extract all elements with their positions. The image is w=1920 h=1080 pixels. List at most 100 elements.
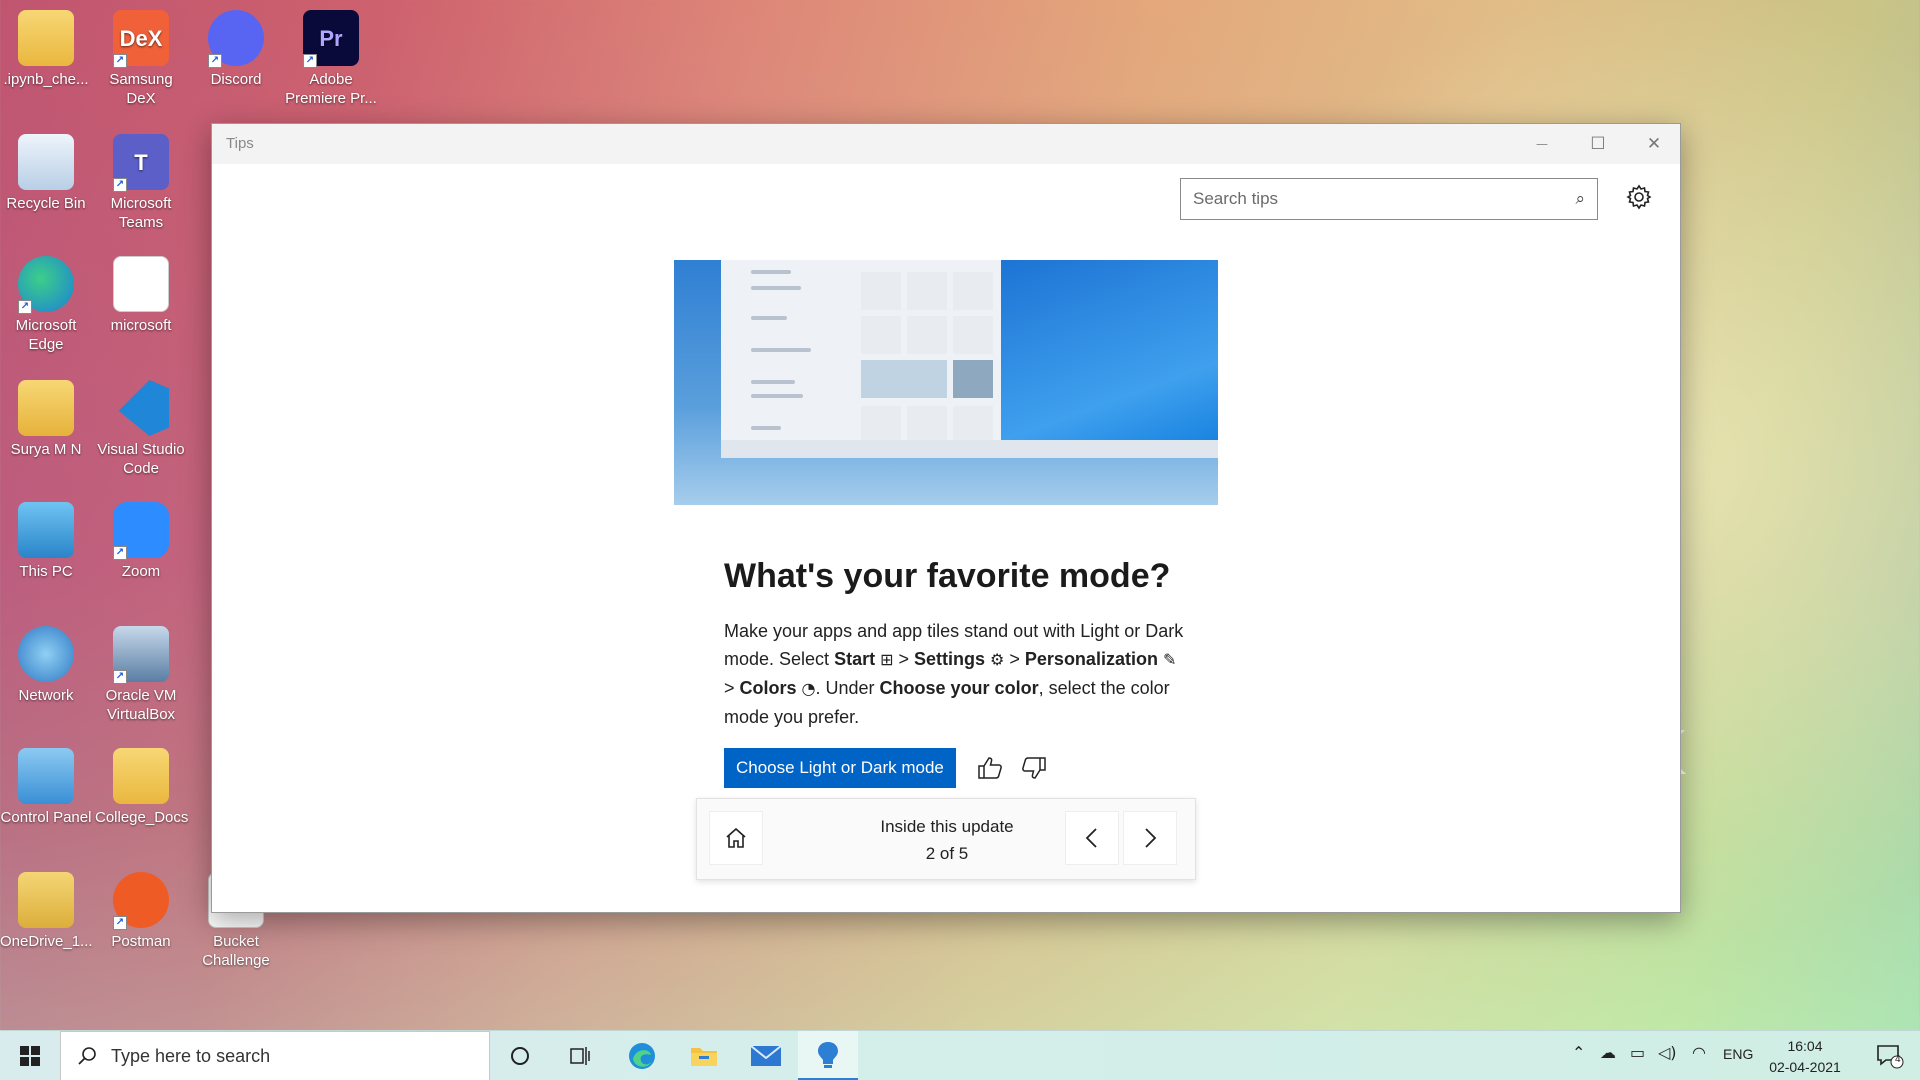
- tips-window: Tips — ☐ ✕ ⌕: [211, 123, 1681, 913]
- choose-mode-button[interactable]: Choose Light or Dark mode: [724, 748, 956, 788]
- tip-card: What's your favorite mode? Make your app…: [674, 260, 1218, 892]
- desktop-icon-label: Samsung DeX: [109, 71, 173, 107]
- tip-body-text-2: . Under: [815, 678, 880, 698]
- desktop-icon-microsoft-teams[interactable]: T ↗ Microsoft Teams: [95, 128, 187, 232]
- task-view-button[interactable]: [550, 1031, 610, 1080]
- settings-label: Settings: [914, 649, 986, 669]
- shortcut-arrow-icon: ↗: [113, 546, 127, 560]
- desktop-icon-label: microsoft: [110, 317, 172, 334]
- title-bar[interactable]: Tips — ☐ ✕: [212, 124, 1680, 164]
- close-button[interactable]: ✕: [1626, 124, 1682, 164]
- edge-icon: ↗: [18, 256, 74, 314]
- next-button[interactable]: [1123, 811, 1177, 865]
- taskbar-search-box[interactable]: Type here to search: [60, 1031, 490, 1080]
- maximize-button[interactable]: ☐: [1570, 124, 1626, 164]
- mail-icon: [750, 1045, 782, 1066]
- taskbar-tips[interactable]: [798, 1031, 858, 1080]
- desktop-icon-recycle-bin[interactable]: Recycle Bin: [0, 128, 92, 213]
- desktop-icon-oracle-vm-virtualbox[interactable]: ↗ Oracle VM VirtualBox: [95, 620, 187, 724]
- desktop-icon-microsoft-edge[interactable]: ↗ Microsoft Edge: [0, 250, 92, 354]
- minimize-button[interactable]: —: [1514, 124, 1570, 164]
- colors-label: Colors: [739, 678, 797, 698]
- desktop-icon-postman[interactable]: ↗ Postman: [95, 866, 187, 951]
- vscode-icon: ↗: [118, 380, 169, 436]
- thumbs-down-icon[interactable]: [1016, 750, 1052, 786]
- desktop-icon-label: Control Panel: [0, 809, 92, 826]
- separator: >: [1004, 649, 1025, 669]
- home-button[interactable]: [709, 811, 763, 865]
- desktop-icon-label: OneDrive_1...: [0, 933, 93, 950]
- cortana-icon: [511, 1047, 529, 1065]
- search-icon[interactable]: ⌕: [1575, 189, 1585, 209]
- zip-folder-icon: [18, 872, 74, 928]
- shortcut-arrow-icon: ↗: [208, 54, 222, 68]
- desktop-icon-samsung-dex[interactable]: DeX ↗ Samsung DeX: [95, 4, 187, 108]
- desktop-icon--ipynb-che[interactable]: .ipynb_che...: [0, 4, 92, 89]
- teams-icon: T ↗: [113, 134, 169, 192]
- desktop-icon-microsoft[interactable]: microsoft: [95, 250, 187, 335]
- taskbar-mail[interactable]: [736, 1031, 796, 1080]
- folder-icon: [18, 10, 74, 66]
- desktop-icon-visual-studio-code[interactable]: ↗ Visual Studio Code: [95, 374, 187, 478]
- volume-icon[interactable]: ◁): [1658, 1043, 1677, 1062]
- search-tips-box[interactable]: ⌕: [1180, 178, 1598, 220]
- desktop-icon-label: Postman: [111, 933, 171, 950]
- previous-button[interactable]: [1065, 811, 1119, 865]
- wifi-icon[interactable]: ◠: [1692, 1043, 1706, 1062]
- start-button[interactable]: [0, 1031, 60, 1080]
- close-icon: ✕: [1646, 134, 1662, 154]
- folder-icon: [113, 748, 169, 804]
- chevron-left-icon: [1085, 828, 1097, 848]
- desktop-icon-label: Microsoft Edge: [15, 317, 77, 353]
- thumbs-up-icon[interactable]: [972, 750, 1008, 786]
- desktop-icon-this-pc[interactable]: This PC: [0, 496, 92, 581]
- clock[interactable]: 16:04 02-04-2021: [1750, 1036, 1860, 1078]
- action-center-button[interactable]: 4: [1862, 1031, 1918, 1080]
- desktop-icon-label: .ipynb_che...: [3, 71, 89, 88]
- desktop-icon-network[interactable]: Network: [0, 620, 92, 705]
- desktop-icon-onedrive-1[interactable]: OneDrive_1...: [0, 866, 93, 951]
- tip-hero-image: [674, 260, 1218, 505]
- user-folder-icon: [18, 380, 74, 436]
- shortcut-arrow-icon: ↗: [118, 424, 127, 436]
- settings-gear-icon[interactable]: [1622, 180, 1656, 214]
- desktop-icon-adobe-premiere-pr[interactable]: Pr ↗ Adobe Premiere Pr...: [285, 4, 377, 108]
- desktop-icon-label: Recycle Bin: [6, 195, 86, 212]
- language-indicator[interactable]: ENG: [1723, 1046, 1753, 1062]
- edge-icon: [629, 1043, 655, 1069]
- clock-date: 02-04-2021: [1769, 1059, 1841, 1075]
- document-icon: [113, 256, 169, 312]
- taskbar-file-explorer[interactable]: [674, 1031, 734, 1080]
- battery-icon[interactable]: ▭: [1630, 1043, 1645, 1062]
- desktop-icon-control-panel[interactable]: Control Panel: [0, 742, 92, 827]
- desktop-icon-label: Oracle VM VirtualBox: [105, 687, 177, 723]
- search-icon: [78, 1047, 96, 1065]
- desktop-icon-label: College_Docs: [95, 809, 189, 826]
- windows-logo-icon: ⊞: [880, 650, 894, 669]
- desktop-icon-discord[interactable]: ↗ Discord: [190, 4, 282, 89]
- desktop-icon-zoom[interactable]: ↗ Zoom: [95, 496, 187, 581]
- start-label: Start: [834, 649, 876, 669]
- shortcut-arrow-icon: ↗: [18, 300, 32, 314]
- onedrive-icon[interactable]: ☁: [1600, 1043, 1616, 1062]
- taskbar-search-placeholder: Type here to search: [111, 1045, 271, 1066]
- palette-icon: ◔: [801, 679, 816, 698]
- desktop-icon-label: Microsoft Teams: [110, 195, 172, 231]
- window-content: ⌕: [212, 164, 1680, 912]
- desktop-icon-surya-m-n[interactable]: Surya M N: [0, 374, 92, 459]
- search-tips-input[interactable]: [1193, 189, 1576, 209]
- windows-start-icon: [20, 1046, 40, 1066]
- taskbar-edge[interactable]: [612, 1031, 672, 1080]
- desktop-icon-college-docs[interactable]: College_Docs: [95, 742, 189, 827]
- update-navigation: Inside this update 2 of 5: [696, 798, 1196, 880]
- shortcut-arrow-icon: ↗: [113, 54, 127, 68]
- taskbar: Type here to search ⌃ ☁ ▭ ◁) ◠ ENG 16:04…: [0, 1030, 1920, 1080]
- desktop-icon-label: Zoom: [121, 563, 161, 580]
- shortcut-arrow-icon: ↗: [113, 178, 127, 192]
- show-hidden-icons-icon[interactable]: ⌃: [1572, 1043, 1585, 1062]
- postman-icon: ↗: [113, 872, 169, 930]
- maximize-icon: ☐: [1590, 134, 1606, 154]
- tip-body: Make your apps and app tiles stand out w…: [724, 617, 1184, 731]
- settings-gear-small-icon: ⚙: [990, 650, 1005, 669]
- cortana-button[interactable]: [490, 1031, 550, 1080]
